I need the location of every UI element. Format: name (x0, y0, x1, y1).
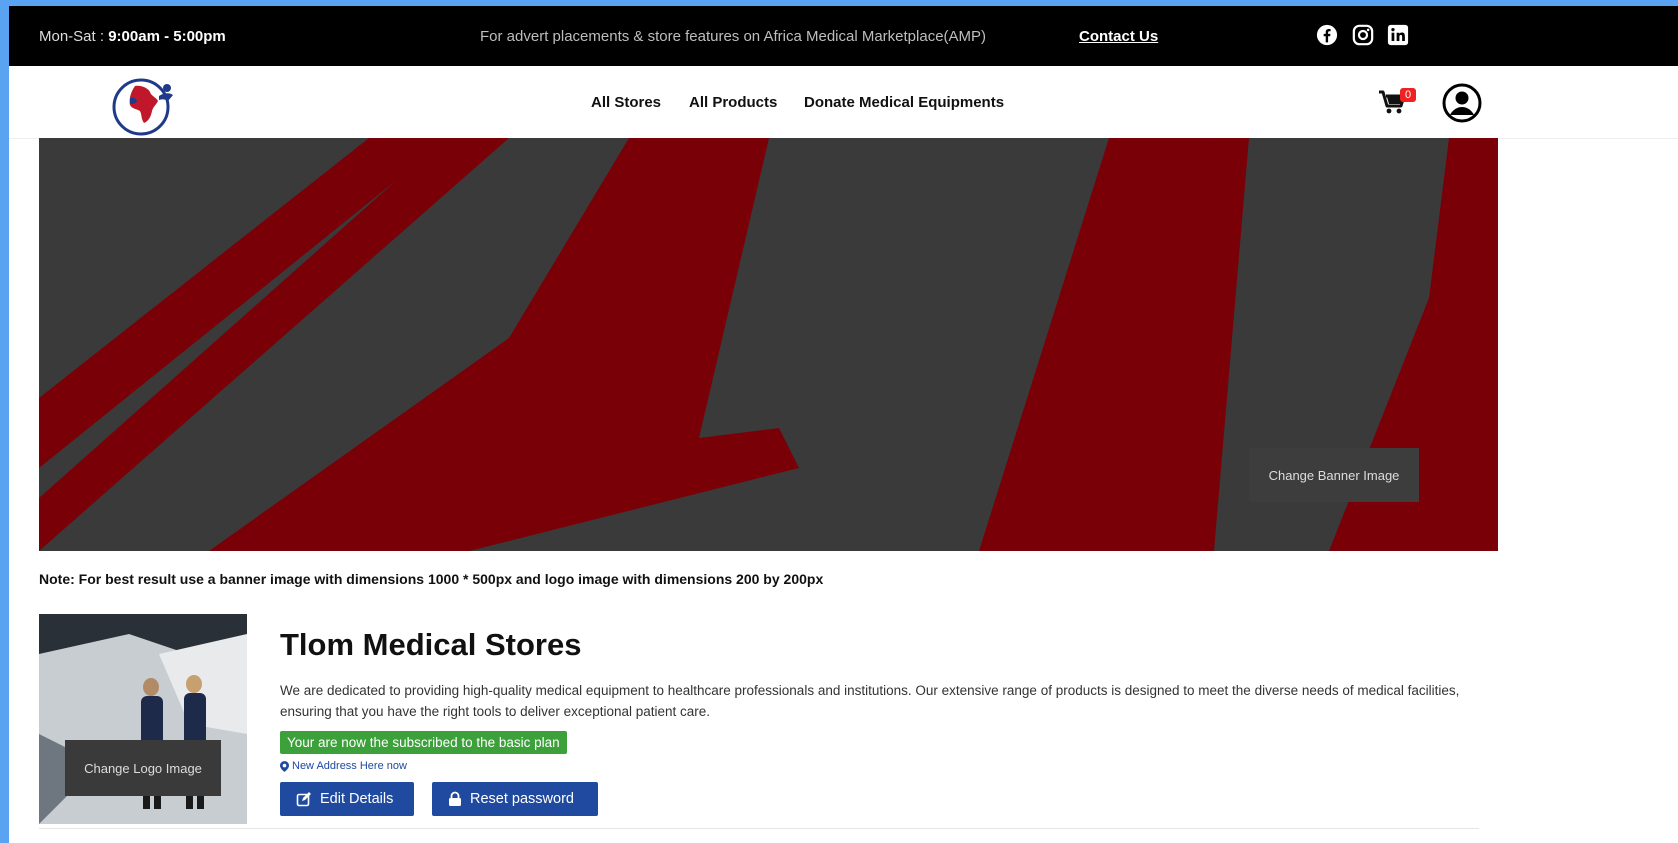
address-text: New Address Here now (292, 760, 407, 772)
amp-logo[interactable] (109, 74, 183, 136)
business-hours: Mon-Sat : 9:00am - 5:00pm (39, 28, 226, 45)
facebook-icon[interactable] (1315, 23, 1339, 47)
reset-password-label: Reset password (470, 791, 574, 807)
reset-password-button[interactable]: Reset password (432, 782, 598, 816)
nav-donate-equipment[interactable]: Donate Medical Equipments (804, 94, 1004, 111)
linkedin-icon[interactable] (1386, 23, 1410, 47)
cart-button[interactable]: 0 (1377, 86, 1417, 120)
section-divider (39, 828, 1479, 829)
top-info-bar: Mon-Sat : 9:00am - 5:00pm For advert pla… (9, 6, 1678, 66)
hours-label: Mon-Sat : (39, 28, 109, 45)
contact-us-link[interactable]: Contact Us (1079, 28, 1158, 45)
image-dimensions-note: Note: For best result use a banner image… (39, 571, 824, 587)
main-navbar: All Stores All Products Donate Medical E… (9, 66, 1678, 139)
nav-all-products[interactable]: All Products (689, 94, 777, 111)
edit-details-label: Edit Details (320, 791, 394, 807)
subscription-status-badge: Your are now the subscribed to the basic… (280, 731, 567, 754)
browser-viewport: Mon-Sat : 9:00am - 5:00pm For advert pla… (9, 6, 1678, 843)
store-name: Tlom Medical Stores (280, 627, 582, 662)
advert-text: For advert placements & store features o… (480, 28, 987, 45)
instagram-icon[interactable] (1351, 23, 1375, 47)
cart-count-badge: 0 (1400, 88, 1417, 102)
store-address[interactable]: New Address Here now (280, 760, 407, 772)
store-banner-image: Change Banner Image (39, 138, 1498, 551)
lock-icon (449, 791, 461, 806)
change-banner-button[interactable]: Change Banner Image (1249, 448, 1419, 502)
location-pin-icon (280, 760, 289, 772)
nav-all-stores[interactable]: All Stores (591, 94, 661, 111)
user-account-icon[interactable] (1441, 82, 1483, 124)
store-description: We are dedicated to providing high-quali… (280, 683, 1460, 719)
change-logo-button[interactable]: Change Logo Image (65, 740, 221, 796)
store-logo-image: Change Logo Image (39, 614, 247, 824)
edit-details-button[interactable]: Edit Details (280, 782, 414, 816)
hours-value: 9:00am - 5:00pm (108, 28, 226, 45)
edit-icon (296, 792, 311, 807)
